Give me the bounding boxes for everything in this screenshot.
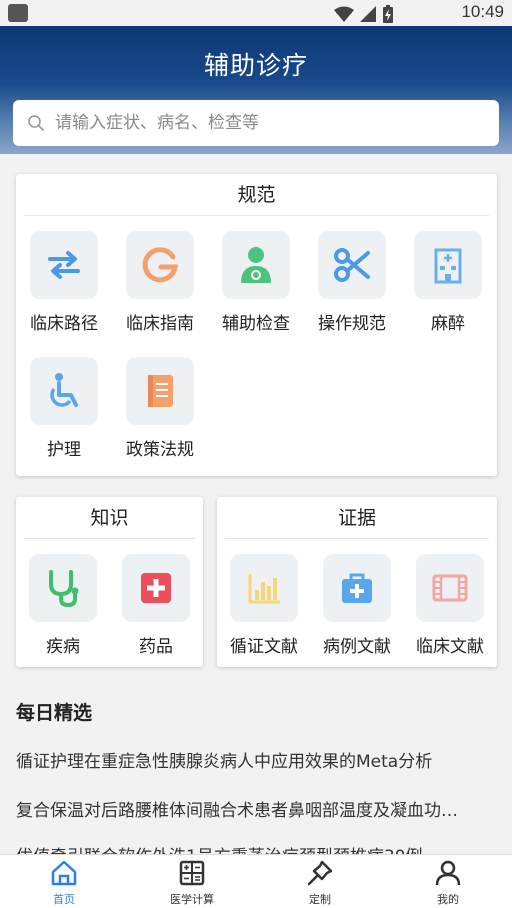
nav-mine[interactable]: 我的 — [384, 855, 512, 908]
medical-kit-icon — [342, 573, 372, 603]
tile-label: 操作规范 — [318, 314, 386, 334]
search-input[interactable] — [55, 113, 475, 133]
status-bar: 10:49 — [0, 0, 512, 26]
doctor-icon — [241, 247, 271, 283]
bottom-nav: 首页 医学计算 定制 我的 — [0, 854, 512, 908]
tile-label: 麻醉 — [431, 314, 465, 334]
tile-label: 临床指南 — [126, 314, 194, 334]
article-item[interactable]: 循证护理在重症急性胰腺炎病人中应用效果的Meta分析 — [16, 747, 496, 772]
tile-case-literature[interactable]: 病例文献 — [312, 554, 402, 657]
tile-auxiliary-exam[interactable]: 辅助检查 — [211, 231, 301, 334]
knowledge-card: 知识 疾病 药品 — [16, 497, 203, 667]
bar-chart-icon — [248, 574, 280, 604]
tile-anesthesia[interactable]: 麻醉 — [403, 231, 493, 334]
search-bar[interactable] — [13, 100, 499, 146]
page-title: 辅助诊疗 — [203, 51, 308, 80]
tile-policy-regulation[interactable]: 政策法规 — [115, 357, 205, 460]
tile-label: 药品 — [139, 637, 173, 657]
home-icon — [51, 860, 77, 886]
article-item[interactable]: 复合保温对后路腰椎体间融合术患者鼻咽部温度及凝血功… — [16, 796, 496, 821]
tile-label: 病例文献 — [323, 637, 391, 657]
tile-medicine[interactable]: 药品 — [111, 554, 201, 657]
calculator-icon — [179, 860, 205, 886]
g-letter-icon — [142, 247, 178, 283]
tile-label: 疾病 — [46, 637, 80, 657]
nav-customize[interactable]: 定制 — [256, 855, 384, 908]
scissors-icon — [334, 248, 370, 282]
status-icons — [334, 5, 394, 23]
status-time: 10:49 — [461, 2, 504, 21]
tile-label: 循证文献 — [230, 637, 298, 657]
film-icon — [432, 574, 468, 602]
tile-label: 临床文献 — [416, 637, 484, 657]
tile-clinical-guide[interactable]: 临床指南 — [115, 231, 205, 334]
signal-icon — [360, 6, 376, 22]
hospital-building-icon — [434, 248, 462, 284]
tile-label: 临床路径 — [30, 314, 98, 334]
stethoscope-icon — [49, 570, 79, 608]
evidence-card: 证据 循证文献 病例文献 临床文献 — [217, 497, 497, 667]
arrows-swap-icon — [48, 251, 80, 279]
tile-disease[interactable]: 疾病 — [18, 554, 108, 657]
nav-label: 定制 — [309, 893, 331, 906]
knowledge-title: 知识 — [24, 497, 195, 539]
guidelines-title: 规范 — [24, 174, 489, 216]
daily-heading: 每日精选 — [16, 702, 93, 724]
wheelchair-icon — [50, 373, 78, 407]
book-icon — [148, 375, 173, 407]
medical-cross-icon — [141, 573, 171, 603]
person-icon — [435, 860, 461, 886]
nav-medical-calculator[interactable]: 医学计算 — [128, 855, 256, 908]
nav-label: 首页 — [53, 893, 75, 906]
pin-icon — [307, 860, 333, 886]
search-icon — [28, 115, 44, 131]
tile-operation-standard[interactable]: 操作规范 — [307, 231, 397, 334]
battery-icon — [383, 5, 393, 23]
tile-evidence-literature[interactable]: 循证文献 — [219, 554, 309, 657]
tile-clinical-literature[interactable]: 临床文献 — [405, 554, 495, 657]
tile-label: 护理 — [47, 440, 81, 460]
guidelines-card: 规范 临床路径 临床指南 辅助检查 操作规范 麻醉 护理 政策法规 — [16, 174, 497, 476]
nav-label: 我的 — [437, 893, 459, 906]
app-notification-icon — [8, 4, 28, 22]
wifi-icon — [334, 6, 354, 22]
nav-label: 医学计算 — [170, 893, 214, 906]
tile-nursing[interactable]: 护理 — [19, 357, 109, 460]
nav-home[interactable]: 首页 — [0, 855, 128, 908]
tile-label: 辅助检查 — [222, 314, 290, 334]
header: 辅助诊疗 — [0, 26, 512, 154]
evidence-title: 证据 — [225, 497, 489, 539]
tile-label: 政策法规 — [126, 440, 194, 460]
tile-clinical-pathway[interactable]: 临床路径 — [19, 231, 109, 334]
